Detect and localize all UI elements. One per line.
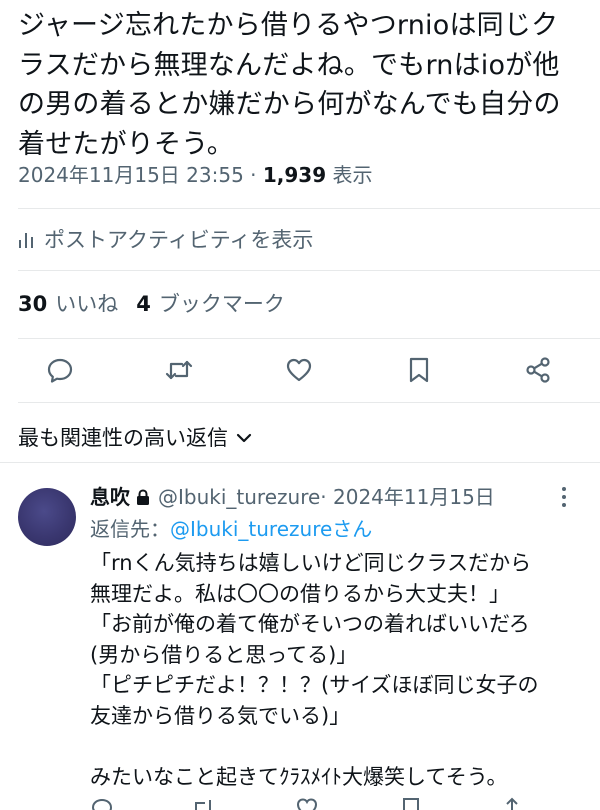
reply-icon[interactable] xyxy=(90,796,114,810)
divider xyxy=(18,208,600,209)
bookmark-button[interactable] xyxy=(403,354,435,386)
action-bar xyxy=(0,348,600,392)
reply-text: 「rnくん気持ちは嬉しいけど同じクラスだから 無理だよ。私は〇〇の借りるから大丈… xyxy=(90,548,595,792)
chevron-down-icon xyxy=(236,433,252,443)
bookmark-icon[interactable] xyxy=(400,796,422,810)
likes-stat[interactable]: 30 いいね xyxy=(18,292,118,316)
post-datetime[interactable]: 2024年11月15日 23:55 xyxy=(18,163,244,187)
reply-text-line: みたいなこと起きてｸﾗｽﾒｲﾄ大爆笑してそう。 xyxy=(90,764,508,789)
share-button[interactable] xyxy=(522,354,554,386)
reply-to-prefix: 返信先： xyxy=(90,517,170,541)
divider xyxy=(18,338,600,339)
like-icon xyxy=(286,358,312,382)
retweet-button[interactable] xyxy=(163,354,195,386)
reply-button[interactable] xyxy=(44,354,76,386)
post-activity-label: ポストアクティビティを表示 xyxy=(44,228,314,252)
analytics-icon xyxy=(19,233,33,248)
retweet-icon xyxy=(165,360,193,380)
reply-icon xyxy=(47,358,73,383)
reply-text-line: 友達から借りる気でいる)」 xyxy=(90,703,351,728)
reply-to-handle[interactable]: @Ibuki_turezureさん xyxy=(170,517,372,541)
avatar[interactable] xyxy=(18,488,76,546)
reply-sort-selector[interactable]: 最も関連性の高い返信 xyxy=(18,422,252,454)
reply-text-line: 「お前が俺の着て俺がそいつの着ればいいだろ xyxy=(90,612,530,636)
reply-text-line: (男から借りると思ってる)」 xyxy=(90,642,358,667)
bookmark-icon xyxy=(409,357,429,383)
reply-to-line: 返信先：@Ibuki_turezureさん xyxy=(90,514,372,544)
reply-text-line: 「rnくん気持ちは嬉しいけど同じクラスだから xyxy=(90,551,532,575)
reply-text-line: 「ピチピチだよ！？！？(サイズほぼ同じ女子の xyxy=(90,673,539,697)
likes-count: 30 xyxy=(18,292,48,316)
divider xyxy=(18,270,600,271)
post-text-line: ラスだから無理なんだよね。でもrnはioが他 xyxy=(18,49,560,81)
reply-text-line: 無理だよ。私は〇〇の借りるから大丈夫！」 xyxy=(90,581,510,606)
retweet-icon[interactable] xyxy=(190,796,216,810)
reply-author-name[interactable]: 息吹 xyxy=(90,482,130,512)
reply-date[interactable]: · 2024年11月15日 xyxy=(320,482,495,512)
post-meta: 2024年11月15日 23:55 · 1,939 表示 xyxy=(18,160,373,190)
lock-icon xyxy=(137,488,149,505)
divider xyxy=(18,402,600,403)
more-options-button[interactable] xyxy=(560,486,568,512)
likes-label: いいね xyxy=(55,292,119,316)
more-vertical-icon xyxy=(562,487,566,507)
post-text-line: の男の着るとか嫌だから何がなんでも自分の xyxy=(18,89,561,120)
bookmarks-label: ブックマーク xyxy=(158,292,285,316)
post-text-line: 着せたがりそう。 xyxy=(18,128,234,160)
meta-separator: · xyxy=(243,163,263,187)
post-text: ジャージ忘れたから借りるやつrnioは同じク ラスだから無理なんだよね。でもrn… xyxy=(18,6,588,164)
reply-header: 息吹 @Ibuki_turezure · 2024年11月15日 xyxy=(90,482,495,512)
view-label: 表示 xyxy=(332,163,373,187)
share-icon[interactable] xyxy=(500,796,524,810)
reply-text-line xyxy=(90,731,595,762)
share-icon xyxy=(526,357,550,383)
divider xyxy=(0,462,600,463)
bookmarks-count: 4 xyxy=(136,292,151,316)
bookmarks-stat[interactable]: 4 ブックマーク xyxy=(136,292,285,316)
reply-sort-label: 最も関連性の高い返信 xyxy=(18,426,228,450)
like-button[interactable] xyxy=(283,354,315,386)
like-icon[interactable] xyxy=(295,796,319,810)
view-count: 1,939 xyxy=(262,163,327,187)
post-activity-link[interactable]: ポストアクティビティを表示 xyxy=(18,224,313,256)
post-text-line: ジャージ忘れたから借りるやつrnioは同じク xyxy=(18,10,559,41)
engagement-stats: 30 いいね 4 ブックマーク xyxy=(18,288,285,320)
reply-author-handle[interactable]: @Ibuki_turezure xyxy=(158,482,320,512)
reply-action-bar xyxy=(0,796,600,810)
